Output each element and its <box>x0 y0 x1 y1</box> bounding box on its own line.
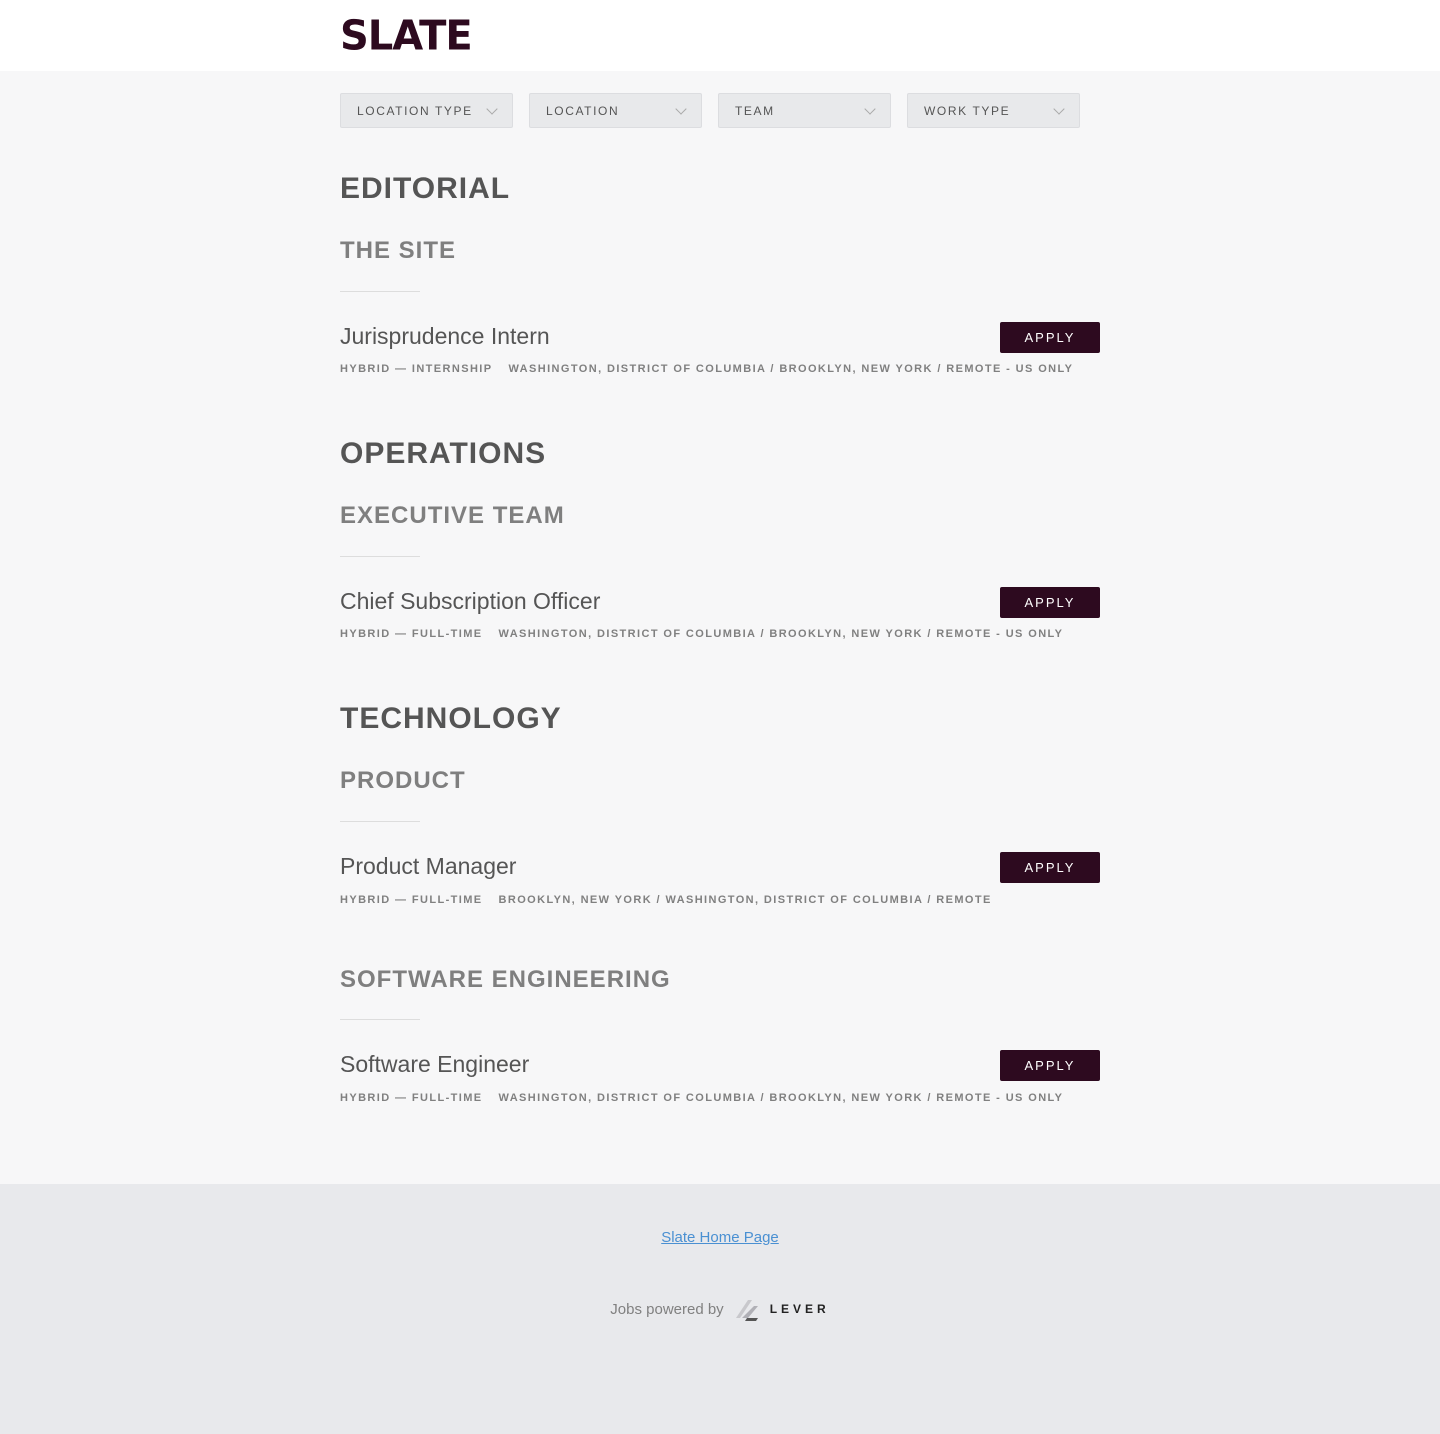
filter-label: LOCATION TYPE <box>357 103 473 118</box>
apply-button[interactable]: APPLY <box>1000 322 1100 353</box>
filter-work-type[interactable]: WORK TYPE <box>907 93 1080 128</box>
job-title-link[interactable]: Product Manager <box>340 853 516 880</box>
apply-button[interactable]: APPLY <box>1000 1050 1100 1081</box>
divider <box>340 821 420 822</box>
job-locations: WASHINGTON, DISTRICT OF COLUMBIA / BROOK… <box>508 363 1074 375</box>
chevron-down-icon <box>864 102 876 115</box>
job-title-link[interactable]: Chief Subscription Officer <box>340 588 600 615</box>
job-meta: HYBRID — FULL-TIME WASHINGTON, DISTRICT O… <box>340 1092 1063 1104</box>
job-work-type: HYBRID — FULL-TIME <box>340 894 483 906</box>
filter-location[interactable]: LOCATION <box>529 93 702 128</box>
job-title-link[interactable]: Software Engineer <box>340 1051 529 1078</box>
lever-logo-icon[interactable] <box>734 1296 760 1322</box>
filter-bar: LOCATION TYPE LOCATION TEAM WORK TYPE <box>340 93 1080 128</box>
job-locations: WASHINGTON, DISTRICT OF COLUMBIA / BROOK… <box>498 1092 1064 1104</box>
chevron-down-icon <box>1053 102 1065 115</box>
filter-label: LOCATION <box>546 103 620 118</box>
filter-label: TEAM <box>735 103 775 118</box>
slate-home-link[interactable]: Slate Home Page <box>661 1229 779 1246</box>
department-heading: OPERATIONS <box>340 437 547 470</box>
divider <box>340 556 420 557</box>
powered-by-text: Jobs powered by <box>610 1300 724 1318</box>
divider <box>340 291 420 292</box>
apply-button[interactable]: APPLY <box>1000 587 1100 618</box>
page-footer: Slate Home Page Jobs powered by LEVER <box>0 1184 1440 1434</box>
team-heading: SOFTWARE ENGINEERING <box>340 966 671 993</box>
lever-wordmark[interactable]: LEVER <box>770 1302 830 1316</box>
job-locations: WASHINGTON, DISTRICT OF COLUMBIA / BROOK… <box>498 628 1064 640</box>
chevron-down-icon <box>486 102 498 115</box>
team-heading: EXECUTIVE TEAM <box>340 502 565 529</box>
department-heading: EDITORIAL <box>340 172 511 205</box>
department-heading: TECHNOLOGY <box>340 702 562 735</box>
job-meta: HYBRID — FULL-TIME WASHINGTON, DISTRICT O… <box>340 628 1063 640</box>
job-meta: HYBRID — FULL-TIME BROOKLYN, NEW YORK / W… <box>340 894 992 906</box>
filter-team[interactable]: TEAM <box>718 93 891 128</box>
site-header: SLATE <box>0 0 1440 71</box>
job-work-type: HYBRID — FULL-TIME <box>340 628 483 640</box>
job-meta: HYBRID — INTERNSHIP WASHINGTON, DISTRICT … <box>340 363 1073 375</box>
job-title-link[interactable]: Jurisprudence Intern <box>340 323 550 350</box>
job-work-type: HYBRID — INTERNSHIP <box>340 363 493 375</box>
team-heading: PRODUCT <box>340 767 466 794</box>
apply-button[interactable]: APPLY <box>1000 852 1100 883</box>
chevron-down-icon <box>675 102 687 115</box>
team-heading: THE SITE <box>340 237 457 264</box>
divider <box>340 1019 420 1020</box>
slate-logo[interactable]: SLATE <box>340 16 473 57</box>
filter-location-type[interactable]: LOCATION TYPE <box>340 93 513 128</box>
powered-by: Jobs powered by LEVER <box>0 1296 1440 1322</box>
home-link-row: Slate Home Page <box>0 1229 1440 1246</box>
job-locations: BROOKLYN, NEW YORK / WASHINGTON, DISTRIC… <box>498 894 992 906</box>
job-work-type: HYBRID — FULL-TIME <box>340 1092 483 1104</box>
filter-label: WORK TYPE <box>924 103 1011 118</box>
